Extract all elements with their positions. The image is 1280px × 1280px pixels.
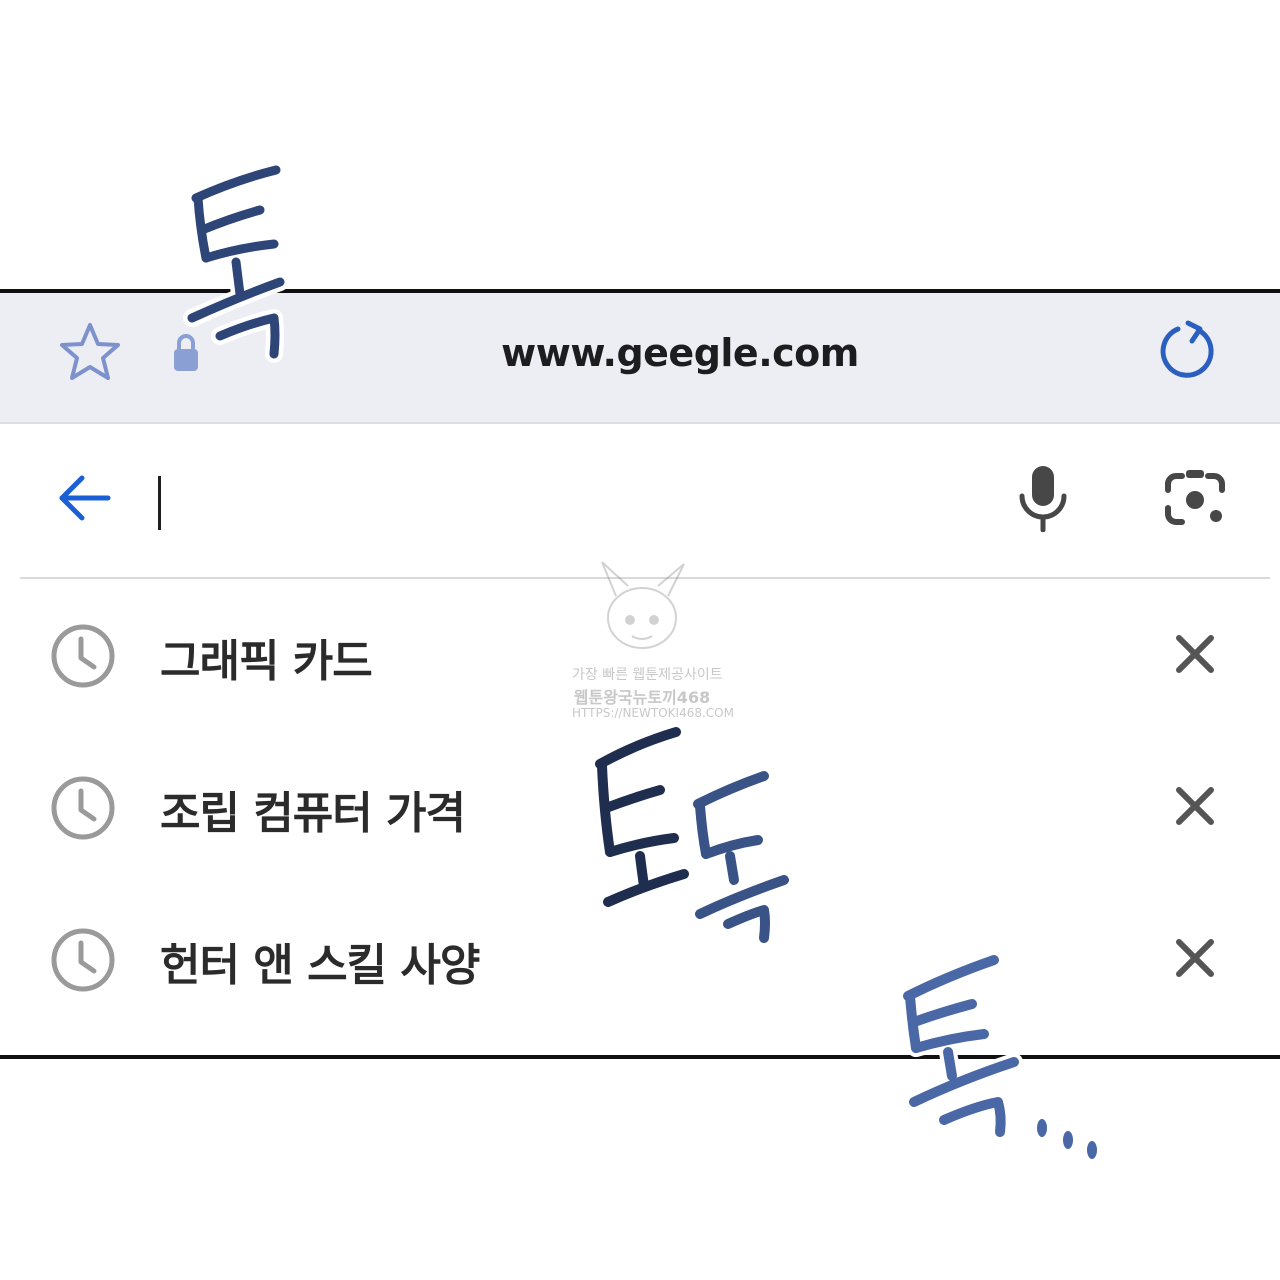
suggestion-label: 헌터 앤 스킬 사양 [160,940,480,991]
reload-icon[interactable] [1156,319,1218,381]
text-caret [158,476,161,530]
suggestion-label: 조립 컴퓨터 가격 [160,788,466,839]
watermark-mascot-icon [601,561,685,649]
comic-panel-stage: www.geegle.com 그래픽 카드 조립 컴퓨터 가격 헌터 앤 스킬 … [0,0,1280,1280]
clock-icon [50,927,116,993]
close-icon[interactable] [1172,631,1218,677]
suggestion-label: 그래픽 카드 [160,636,373,687]
watermark-line: 웹툰왕국뉴토끼468 [573,688,711,707]
watermark-line: 가장 빠른 웹툰제공사이트 [572,667,723,683]
search-row [0,424,1280,576]
microphone-icon[interactable] [1014,464,1072,533]
sound-effect-tap [183,161,289,363]
url-address[interactable]: www.geegle.com [430,331,930,375]
clock-icon [50,623,116,689]
clock-icon [50,775,116,841]
sound-effect-tap-trailing [899,951,1097,1159]
camera-lens-icon[interactable] [1162,468,1228,530]
arrow-left-icon[interactable] [56,470,112,526]
search-input[interactable] [170,470,954,532]
close-icon[interactable] [1172,783,1218,829]
sound-effect-tap-tap [591,723,793,947]
watermark: 가장 빠른 웹툰제공사이트 웹툰왕국뉴토끼468 HTTPS://NEWTOKI… [572,556,734,724]
star-icon[interactable] [56,319,124,387]
close-icon[interactable] [1172,935,1218,981]
